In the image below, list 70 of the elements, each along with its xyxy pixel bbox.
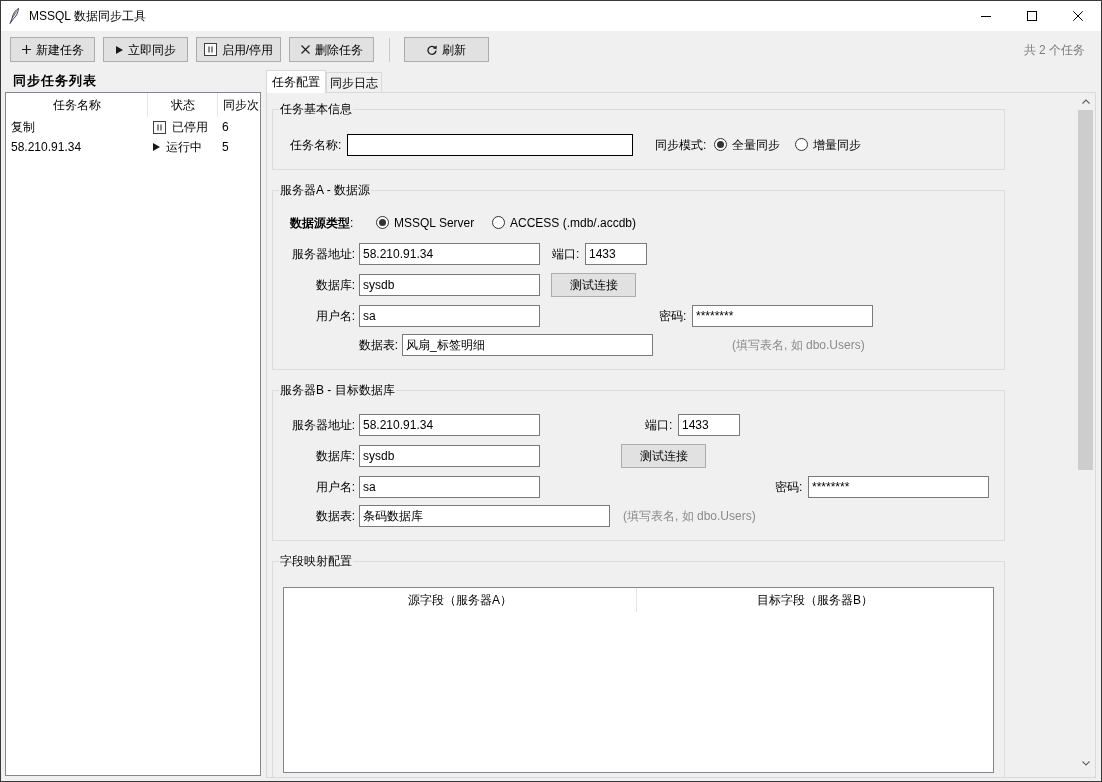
field-label: 端口: (645, 416, 673, 434)
field-label: 端口: (552, 245, 580, 263)
task-name: 复制 (11, 119, 35, 136)
input-field[interactable]: 条码数据库 (359, 504, 610, 527)
toolbar-button[interactable]: 刷新 (404, 37, 489, 62)
toolbar-button[interactable]: 立即同步 (103, 37, 188, 62)
field-label: 数据表: (315, 507, 355, 525)
input-field[interactable]: 1433 (678, 413, 740, 436)
tab[interactable]: 同步日志 (326, 72, 382, 92)
field-label: 服务器地址: (291, 416, 355, 434)
chevron-up-icon (1081, 99, 1090, 104)
close-icon (1073, 11, 1083, 21)
window-title: MSSQL 数据同步工具 (29, 8, 146, 25)
minimize-icon (981, 15, 991, 17)
toolbar-button[interactable]: 删除任务 (289, 37, 374, 62)
input-field[interactable]: sa (359, 475, 540, 498)
input-field[interactable]: sysdb (359, 273, 540, 296)
field-label: 密码: (775, 478, 803, 496)
plus-icon (21, 45, 31, 54)
radio-option[interactable]: 增量同步 (795, 135, 861, 154)
field-label: 服务器地址: (291, 245, 355, 263)
radio-option[interactable]: 全量同步 (714, 135, 780, 154)
field-label: 数据表: (358, 336, 398, 354)
scrollbar-thumb[interactable] (1078, 110, 1093, 470)
field-label: 用户名: (315, 307, 355, 325)
cross-icon (300, 45, 310, 54)
play-icon (115, 45, 123, 54)
section-title: 服务器B - 目标数据库 (279, 382, 396, 399)
section-title: 字段映射配置 (279, 553, 353, 570)
chevron-down-icon (1081, 761, 1090, 766)
field-label: 密码: (659, 307, 687, 325)
field-label: 数据库: (315, 276, 355, 294)
field-label: 数据库: (315, 447, 355, 465)
input-field[interactable]: ******** (692, 304, 873, 327)
field-label: 同步模式: (655, 136, 707, 154)
hint-text: (填写表名, 如 dbo.Users) (623, 507, 756, 525)
radio-option[interactable]: MSSQL Server (376, 213, 475, 232)
input-field[interactable]: 58.210.91.34 (359, 413, 540, 436)
test-connection-button[interactable]: 测试连接 (621, 443, 706, 468)
sync-count: 5 (222, 139, 229, 156)
field-label: 任务名称: (290, 136, 342, 154)
task-name: 58.210.91.34 (11, 139, 82, 156)
sync-count: 6 (222, 119, 229, 136)
hint-text: (填写表名, 如 dbo.Users) (732, 336, 865, 354)
input-field[interactable] (347, 133, 633, 156)
panel-title: 同步任务列表 (13, 71, 97, 90)
task-count: 共 2 个任务 (1023, 41, 1085, 59)
test-connection-button[interactable]: 测试连接 (551, 272, 636, 297)
feather-icon (9, 8, 19, 24)
column-header[interactable]: 源字段（服务器A） (284, 588, 637, 612)
input-field[interactable]: 风扇_标签明细 (402, 333, 653, 356)
input-field[interactable]: sysdb (359, 444, 540, 467)
field-label: 用户名: (315, 478, 355, 496)
input-field[interactable]: ******** (808, 475, 989, 498)
input-field[interactable]: sa (359, 304, 540, 327)
section-title: 服务器A - 数据源 (279, 182, 371, 199)
input-field[interactable]: 58.210.91.34 (359, 242, 540, 265)
toolbar-button[interactable]: 新建任务 (10, 37, 95, 62)
tab[interactable]: 任务配置 (266, 70, 326, 93)
input-field[interactable]: 1433 (585, 242, 647, 265)
refresh-icon (427, 44, 437, 55)
radio-option[interactable]: ACCESS (.mdb/.accdb) (492, 213, 637, 232)
field-label: 数据源类型: (290, 214, 354, 232)
status-text: 运行中 (166, 139, 202, 156)
maximize-icon (1027, 11, 1037, 21)
pause-icon (203, 43, 217, 56)
section-title: 任务基本信息 (279, 101, 353, 118)
status-text: 已停用 (172, 119, 208, 136)
column-header[interactable]: 目标字段（服务器B） (637, 588, 993, 612)
toolbar-button[interactable]: 启用/停用 (196, 37, 281, 62)
